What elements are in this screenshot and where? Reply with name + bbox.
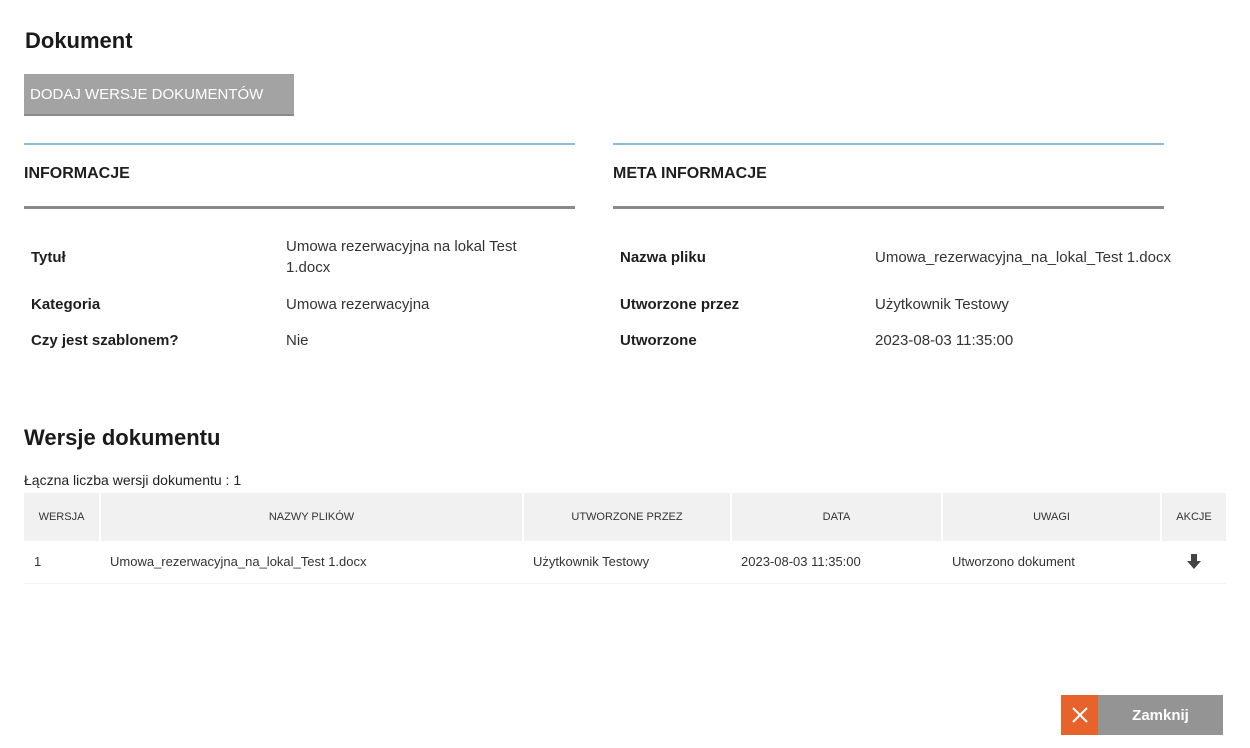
meta-row-created-by: Utworzone przez Użytkownik Testowy [620,286,1175,322]
divider [24,143,575,145]
info-row-category: Kategoria Umowa rezerwacyjna [31,286,556,322]
divider [613,206,1164,209]
cell-file: Umowa_rezerwacyjna_na_lokal_Test 1.docx [110,554,367,570]
divider [24,206,575,209]
info-heading: INFORMACJE [24,165,130,182]
column-header-actions: AKCJE [1161,493,1226,541]
info-value: Nie [286,331,309,349]
info-label: Kategoria [31,295,101,313]
meta-table: Nazwa pliku Umowa_rezerwacyjna_na_lokal_… [620,228,1175,358]
download-arrow-icon[interactable] [1186,554,1201,570]
info-panel: INFORMACJE [24,143,575,209]
page-title: Dokument [25,28,133,53]
meta-value: Użytkownik Testowy [875,295,1009,313]
cell-version: 1 [34,554,42,570]
close-icon [1061,695,1098,735]
meta-row-created: Utworzone 2023-08-03 11:35:00 [620,322,1175,358]
meta-value: 2023-08-03 11:35:00 [875,331,1014,349]
info-value: Umowa rezerwacyjna na lokal Test 1.docx [286,238,517,276]
info-table: Tytuł Umowa rezerwacyjna na lokal Test 1… [31,228,556,358]
table-header-row: WERSJA NAZWY PLIKÓW UTWORZONE PRZEZ DATA… [24,493,1226,541]
cell-actions [1161,541,1226,583]
column-header-file-names[interactable]: NAZWY PLIKÓW [100,493,524,541]
info-value: Umowa rezerwacyjna [286,295,430,313]
meta-panel: META INFORMACJE [613,143,1164,209]
column-header-created-by[interactable]: UTWORZONE PRZEZ [523,493,732,541]
close-button-label: Zamknij [1132,706,1189,724]
cell-notes: Utworzono dokument [952,554,1075,570]
info-label: Czy jest szablonem? [31,331,179,349]
info-row-title: Tytuł Umowa rezerwacyjna na lokal Test 1… [31,228,556,286]
meta-label: Nazwa pliku [620,248,706,266]
versions-count: Łączna liczba wersji dokumentu : 1 [24,472,242,488]
column-header-date[interactable]: DATA [731,493,943,541]
versions-title: Wersje dokumentu [24,425,221,450]
table-row: 1 Umowa_rezerwacyjna_na_lokal_Test 1.doc… [24,541,1226,583]
meta-value: Umowa_rezerwacyjna_na_lokal_Test 1.docx [875,248,1171,266]
divider [613,143,1164,145]
info-label: Tytuł [31,248,66,266]
column-header-notes[interactable]: UWAGI [942,493,1162,541]
info-row-template: Czy jest szablonem? Nie [31,322,556,358]
close-button[interactable]: Zamknij [1061,695,1223,735]
column-header-version[interactable]: WERSJA [24,493,101,541]
cell-created-by: Użytkownik Testowy [533,554,650,570]
versions-table: WERSJA NAZWY PLIKÓW UTWORZONE PRZEZ DATA… [24,493,1226,584]
cell-date: 2023-08-03 11:35:00 [741,554,861,570]
meta-label: Utworzone przez [620,295,740,313]
meta-row-filename: Nazwa pliku Umowa_rezerwacyjna_na_lokal_… [620,228,1175,286]
add-document-versions-button[interactable]: DODAJ WERSJE DOKUMENTÓW [24,74,294,116]
meta-label: Utworzone [620,331,697,349]
meta-heading: META INFORMACJE [613,165,767,182]
